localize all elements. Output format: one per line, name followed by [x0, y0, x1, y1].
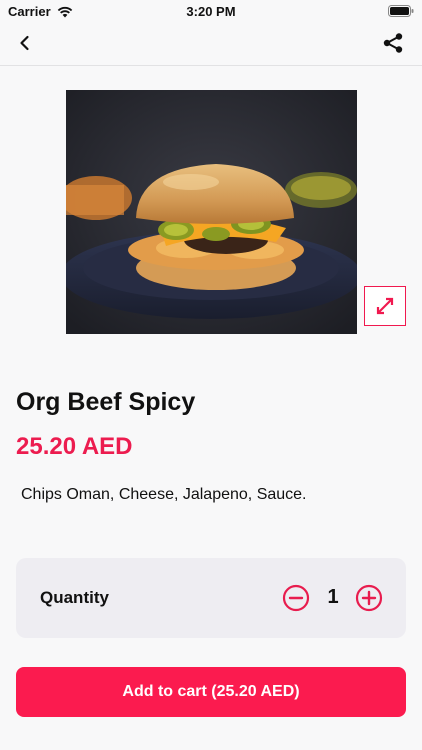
- burger-photo: [66, 90, 357, 334]
- battery-icon: [388, 5, 414, 17]
- expand-icon: [376, 297, 394, 315]
- product-price: 25.20 AED: [16, 433, 133, 460]
- quantity-label: Quantity: [40, 588, 109, 607]
- navigation-bar: [0, 22, 422, 66]
- product-image[interactable]: [66, 90, 357, 334]
- minus-circle-icon[interactable]: [282, 584, 310, 612]
- product-title: Org Beef Spicy: [16, 388, 196, 416]
- share-icon[interactable]: [382, 32, 404, 54]
- add-to-cart-label: Add to cart (25.20 AED): [122, 683, 300, 700]
- plus-circle-icon[interactable]: [355, 584, 383, 612]
- product-description: Chips Oman, Cheese, Jalapeno, Sauce.: [21, 486, 307, 503]
- expand-image-button[interactable]: [364, 286, 406, 326]
- status-bar: Carrier 3:20 PM: [0, 0, 422, 22]
- add-to-cart-button[interactable]: Add to cart (25.20 AED): [16, 667, 406, 717]
- quantity-value: 1: [327, 586, 339, 608]
- status-time: 3:20 PM: [186, 4, 236, 19]
- chevron-left-icon[interactable]: [14, 32, 36, 54]
- quantity-card: Quantity 1: [16, 558, 406, 638]
